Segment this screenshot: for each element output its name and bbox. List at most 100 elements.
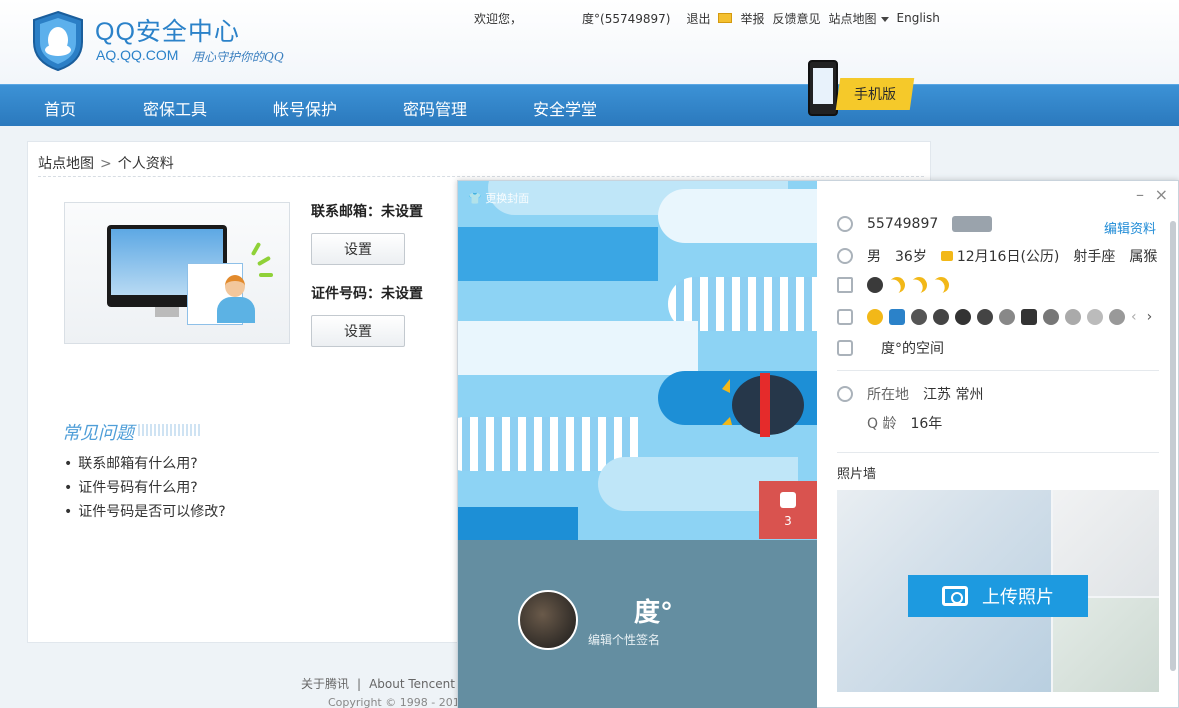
top-links: 欢迎您， 度°(55749897) 退出 举报 反馈意见 站点地图 Englis… bbox=[474, 10, 948, 26]
sitemap-link[interactable]: 站点地图 bbox=[829, 10, 889, 27]
nav-password-management[interactable]: 密码管理 bbox=[403, 96, 467, 120]
qage-row: Q 龄 16年 bbox=[867, 413, 956, 433]
vip-badge-icon[interactable] bbox=[952, 216, 993, 232]
scrollbar-thumb[interactable] bbox=[1170, 221, 1176, 671]
upload-label: 上传照片 bbox=[982, 587, 1054, 608]
nav-security-school[interactable]: 安全学堂 bbox=[533, 96, 597, 120]
upload-photo-button[interactable]: 上传照片 bbox=[908, 575, 1088, 617]
profile-cover: 👕 更换封面 3 bbox=[458, 181, 817, 540]
close-button[interactable]: × bbox=[1155, 185, 1168, 204]
faq-item[interactable]: 证件号码有什么用? bbox=[64, 477, 197, 497]
logo-title[interactable]: QQ安全中心 bbox=[95, 12, 240, 48]
camera-badge-icon[interactable] bbox=[889, 309, 905, 325]
photo-wall: 上传照片 bbox=[837, 490, 1159, 692]
qq-number-row: 55749897 bbox=[837, 216, 998, 232]
breadcrumb-root[interactable]: 站点地图 bbox=[38, 156, 94, 172]
feedback-link[interactable]: 反馈意见 bbox=[773, 10, 821, 27]
breadcrumb: 站点地图 > 个人资料 bbox=[38, 153, 174, 173]
divider bbox=[837, 452, 1159, 453]
qq-number: 55749897 bbox=[867, 216, 939, 232]
footer-separator: | bbox=[357, 677, 362, 691]
more-icon bbox=[837, 386, 853, 402]
moon-icon[interactable] bbox=[908, 274, 930, 296]
about-en-link[interactable]: About Tencent bbox=[369, 677, 455, 691]
chevron-left-icon[interactable]: ‹ bbox=[1131, 309, 1137, 325]
edit-signature-link[interactable]: 编辑个性签名 bbox=[588, 631, 660, 648]
basic-info-row: 男 36岁 12月16日(公历) 射手座 属猴 bbox=[837, 246, 1171, 266]
faq-item[interactable]: 联系邮箱有什么用? bbox=[64, 453, 197, 473]
zodiac: 射手座 bbox=[1073, 249, 1116, 265]
gem-badge-icon[interactable] bbox=[1043, 309, 1059, 325]
level-chart-icon bbox=[837, 277, 853, 293]
thumbs-up-icon bbox=[780, 492, 796, 508]
mail-icon[interactable] bbox=[718, 13, 733, 23]
penguin-badge-icon[interactable] bbox=[933, 309, 949, 325]
penguin-badge-icon[interactable] bbox=[977, 309, 993, 325]
chevron-right-icon[interactable]: › bbox=[1147, 309, 1153, 325]
scrollbar[interactable] bbox=[1170, 221, 1176, 671]
heart-badge-icon[interactable] bbox=[911, 309, 927, 325]
caret-down-icon bbox=[880, 16, 889, 22]
avatar[interactable] bbox=[518, 590, 578, 650]
qzone-link[interactable]: 度°的空间 bbox=[881, 338, 944, 358]
chinese-zodiac: 属猴 bbox=[1129, 249, 1158, 265]
age: 36岁 bbox=[895, 249, 927, 265]
footer-links: 关于腾讯 | About Tencent bbox=[301, 675, 455, 692]
location-row: 所在地 江苏 常州 bbox=[837, 384, 997, 404]
gem-badge-icon[interactable] bbox=[1065, 309, 1081, 325]
divider bbox=[38, 176, 924, 177]
star-badge-icon[interactable] bbox=[867, 309, 883, 325]
mobile-ribbon: 手机版 bbox=[835, 78, 915, 110]
qq-security-shield-logo[interactable] bbox=[30, 10, 86, 72]
gem-badge-icon[interactable] bbox=[999, 309, 1015, 325]
diamond-badge-icon[interactable] bbox=[955, 309, 971, 325]
user-name[interactable]: 度°(55749897) bbox=[582, 10, 670, 27]
penguin-level-icon[interactable] bbox=[867, 277, 883, 293]
minimize-button[interactable]: – bbox=[1136, 185, 1144, 204]
english-link[interactable]: English bbox=[897, 11, 940, 25]
camera-icon bbox=[942, 586, 968, 606]
cake-icon bbox=[940, 251, 953, 261]
faq-title-decoration bbox=[138, 424, 202, 436]
nav-home[interactable]: 首页 bbox=[44, 96, 76, 120]
top-header: QQ安全中心 AQ.QQ.COM 用心守护你的QQ 欢迎您， 度°(557498… bbox=[0, 0, 1179, 84]
gem-badge-icon[interactable] bbox=[1109, 309, 1125, 325]
phone-icon bbox=[808, 60, 838, 116]
gem-badge-icon[interactable] bbox=[1087, 309, 1103, 325]
profile-illustration bbox=[64, 202, 290, 344]
qzone-row: 度°的空间 bbox=[837, 338, 958, 358]
divider bbox=[837, 370, 1159, 371]
mobile-version-banner[interactable]: 手机版 bbox=[794, 60, 924, 122]
edit-profile-link[interactable]: 编辑资料 bbox=[1104, 218, 1156, 237]
person-icon bbox=[837, 248, 853, 264]
set-id-button[interactable]: 设置 bbox=[311, 315, 405, 347]
nav-security-tools[interactable]: 密保工具 bbox=[143, 96, 207, 120]
location-label: 所在地 bbox=[867, 387, 909, 403]
sitemap-label: 站点地图 bbox=[828, 11, 877, 26]
nav-account-protection[interactable]: 帐号保护 bbox=[273, 96, 337, 120]
birthday: 12月16日(公历) bbox=[956, 249, 1060, 265]
change-cover-label: 更换封面 bbox=[485, 192, 530, 205]
star-icon bbox=[837, 340, 853, 356]
nickname: 度° bbox=[634, 598, 674, 628]
sparkle-icon bbox=[247, 241, 273, 283]
moon-icon[interactable] bbox=[886, 274, 908, 296]
chevron-right-icon: > bbox=[100, 156, 112, 172]
id-label: 证件号码：未设置 bbox=[311, 286, 423, 302]
welcome-text: 欢迎您， bbox=[474, 11, 523, 26]
moon-icon[interactable] bbox=[930, 274, 952, 296]
photo-wall-title: 照片墙 bbox=[837, 467, 877, 482]
about-link[interactable]: 关于腾讯 bbox=[301, 677, 349, 691]
phone-badge-icon[interactable] bbox=[1021, 309, 1037, 325]
profile-info-panel: – × 编辑资料 55749897 男 36岁 12月16日(公历) 射手座 属… bbox=[817, 181, 1179, 708]
like-button[interactable]: 3 bbox=[759, 481, 817, 539]
change-cover-link[interactable]: 👕 更换封面 bbox=[468, 190, 529, 206]
faq-item[interactable]: 证件号码是否可以修改? bbox=[64, 501, 225, 521]
penguin-illustration bbox=[722, 373, 804, 437]
qage: 16年 bbox=[910, 416, 943, 432]
qq-penguin-icon bbox=[837, 216, 853, 232]
report-link[interactable]: 举报 bbox=[740, 10, 764, 27]
set-email-button[interactable]: 设置 bbox=[311, 233, 405, 265]
breadcrumb-current: 个人资料 bbox=[117, 156, 174, 172]
logout-link[interactable]: 退出 bbox=[686, 10, 710, 27]
